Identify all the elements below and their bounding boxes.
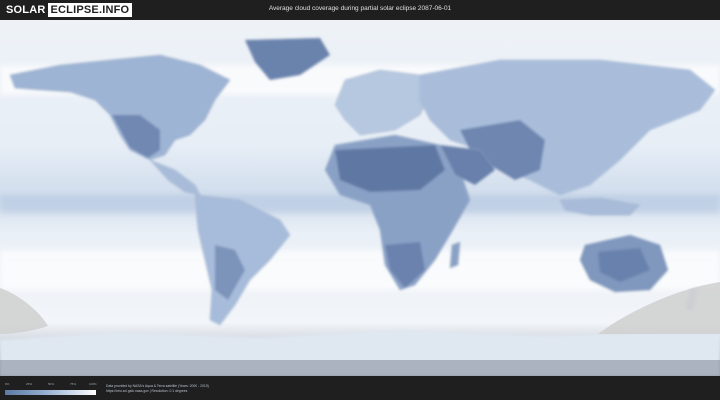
legend-tick: 0% [5,382,10,386]
header-bar: SOLAR ECLIPSE.INFO Average cloud coverag… [0,0,720,20]
legend-color-bar [5,390,96,395]
legend-tick: 25% [26,382,33,386]
page-title: Average cloud coverage during partial so… [268,5,452,12]
antarctic-dark-band [0,360,720,376]
data-credit: Data provided by NASA's Aqua & Terra sat… [106,384,209,394]
credit-line-link[interactable]: https://neo.sci.gsfc.nasa.gov | Resoluti… [106,389,209,394]
cloud-coverage-map [0,20,720,376]
legend-tick: 50% [48,382,55,386]
legend-tick: 100% [89,382,97,386]
legend-tick: 75% [70,382,77,386]
